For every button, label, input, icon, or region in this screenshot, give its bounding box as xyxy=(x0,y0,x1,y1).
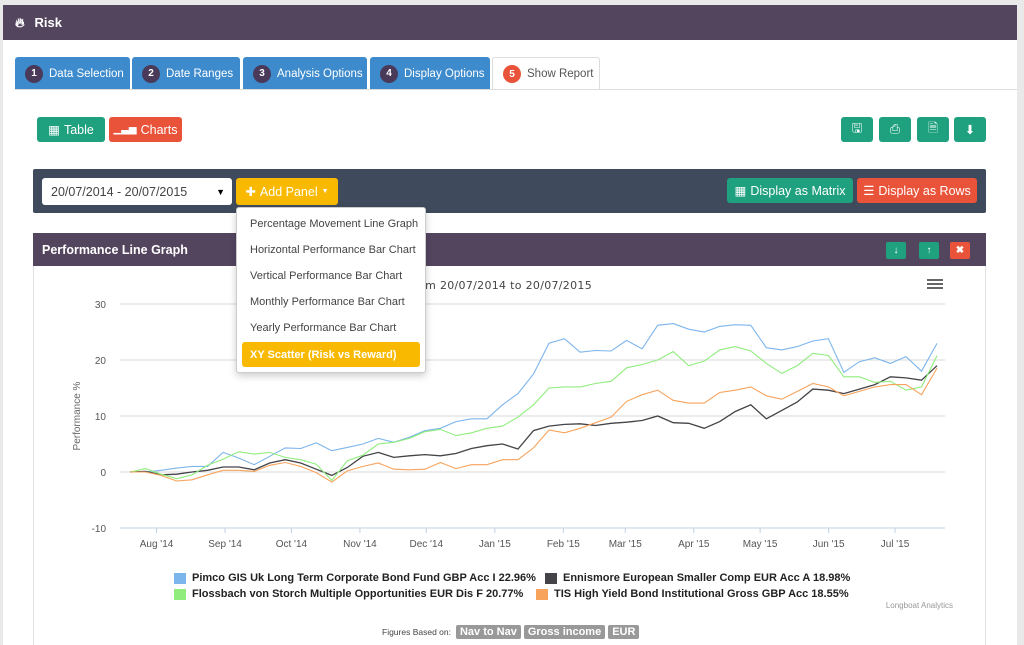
table-view-button[interactable]: ▦ Table xyxy=(37,117,105,142)
app-header: 🔥︎ Risk xyxy=(3,5,1017,40)
date-range-select[interactable]: 20/07/2014 - 20/07/2015 ▼ xyxy=(42,178,232,205)
menu-item-monthly-bar[interactable]: Monthly Performance Bar Chart xyxy=(250,296,405,308)
button-label: Display as Rows xyxy=(878,183,971,198)
chart-menu-button[interactable] xyxy=(927,278,943,292)
menu-item-horizontal-bar[interactable]: Horizontal Performance Bar Chart xyxy=(250,244,416,256)
figures-label: Figures Based on: xyxy=(382,627,451,637)
figures-based-on: Figures Based on: Nav to Nav Gross incom… xyxy=(382,625,640,639)
print-icon: ⎙ xyxy=(889,122,900,136)
charts-view-button[interactable]: ▁▃▅ Charts xyxy=(109,117,182,142)
tab-divider xyxy=(15,89,1017,90)
bar-chart-icon: ▁▃▅ xyxy=(113,124,137,135)
tab-label: Show Report xyxy=(527,68,594,80)
button-label: Charts xyxy=(140,122,178,137)
legend-label: Flossbach von Storch Multiple Opportunit… xyxy=(192,588,524,600)
close-icon: ✖ xyxy=(955,245,965,256)
download-button[interactable]: ⬇ xyxy=(954,117,986,142)
date-range-value: 20/07/2014 - 20/07/2015 xyxy=(51,184,188,199)
add-panel-button[interactable]: ✚ Add Panel ▼ xyxy=(236,178,338,205)
grid-icon: ▦ xyxy=(48,123,60,137)
legend-item[interactable]: Ennismore European Smaller Comp EUR Acc … xyxy=(545,572,850,584)
panel-title: Performance Line Graph xyxy=(42,242,188,257)
rows-icon: ☰ xyxy=(863,184,875,198)
print-button[interactable]: ⎙ xyxy=(879,117,911,142)
legend-item[interactable]: TIS High Yield Bond Institutional Gross … xyxy=(536,588,849,600)
legend-label: Ennismore European Smaller Comp EUR Acc … xyxy=(563,572,851,584)
tab-analysis-options[interactable]: 3 Analysis Options xyxy=(243,57,367,90)
save-icon: 🖫︎ xyxy=(851,121,863,135)
tab-date-ranges[interactable]: 2 Date Ranges xyxy=(132,57,240,90)
step-number: 2 xyxy=(142,64,160,83)
legend-label: Pimco GIS Uk Long Term Corporate Bond Fu… xyxy=(192,572,536,584)
button-label: Table xyxy=(63,122,94,137)
move-up-button[interactable]: ↑ xyxy=(919,242,939,259)
pdf-button[interactable]: 🗎︎ xyxy=(917,117,949,142)
legend-item[interactable]: Flossbach von Storch Multiple Opportunit… xyxy=(174,588,523,600)
step-number: 1 xyxy=(25,64,43,83)
display-as-rows-button[interactable]: ☰ Display as Rows xyxy=(857,178,977,203)
legend-label: TIS High Yield Bond Institutional Gross … xyxy=(554,588,849,600)
legend-item[interactable]: Pimco GIS Uk Long Term Corporate Bond Fu… xyxy=(174,572,536,584)
hamburger-icon xyxy=(927,279,943,289)
legend-swatch xyxy=(545,572,557,584)
tab-show-report[interactable]: 5 Show Report xyxy=(492,57,600,90)
tab-label: Display Options xyxy=(404,67,485,80)
step-number: 3 xyxy=(253,64,271,83)
menu-item-xy-scatter[interactable]: XY Scatter (Risk vs Reward) xyxy=(242,342,420,367)
badge-currency: EUR xyxy=(608,625,640,639)
panel-header: Performance Line Graph xyxy=(33,233,986,266)
download-icon: ⬇ xyxy=(964,123,976,137)
move-down-button[interactable]: ↓ xyxy=(886,242,906,259)
menu-item-yearly-bar[interactable]: Yearly Performance Bar Chart xyxy=(250,322,396,334)
pdf-icon: 🗎︎ xyxy=(927,121,939,135)
app-title: Risk xyxy=(34,15,63,30)
button-label: Add Panel xyxy=(259,184,318,199)
tab-data-selection[interactable]: 1 Data Selection xyxy=(15,57,130,90)
caret-down-icon: ▼ xyxy=(321,188,329,195)
plus-icon: ✚ xyxy=(245,185,256,199)
save-button[interactable]: 🖫︎ xyxy=(841,117,873,142)
badge-gross-income: Gross income xyxy=(523,625,606,639)
caret-down-icon: ▼ xyxy=(216,186,225,197)
chart-credit: Longboat Analytics xyxy=(885,601,953,610)
grid-icon: ▦ xyxy=(734,184,747,198)
close-panel-button[interactable]: ✖ xyxy=(950,242,970,259)
tab-display-options[interactable]: 4 Display Options xyxy=(370,57,490,90)
fire-icon: 🔥︎ xyxy=(15,14,25,30)
arrow-up-icon: ↑ xyxy=(926,245,932,256)
tab-label: Date Ranges xyxy=(166,67,234,80)
legend-swatch xyxy=(536,588,548,600)
tab-label: Data Selection xyxy=(49,67,124,80)
legend-swatch xyxy=(174,588,186,600)
tab-label: Analysis Options xyxy=(277,67,363,80)
step-number: 4 xyxy=(380,64,398,83)
menu-item-vertical-bar[interactable]: Vertical Performance Bar Chart xyxy=(250,270,402,282)
arrow-down-icon: ↓ xyxy=(893,245,899,256)
step-number: 5 xyxy=(503,65,521,83)
legend-swatch xyxy=(174,572,186,584)
badge-nav-to-nav: Nav to Nav xyxy=(455,625,521,639)
button-label: Display as Matrix xyxy=(750,183,846,198)
add-panel-dropdown: Percentage Movement Line Graph Horizonta… xyxy=(236,207,426,373)
display-as-matrix-button[interactable]: ▦ Display as Matrix xyxy=(727,178,853,203)
menu-item-percentage-movement[interactable]: Percentage Movement Line Graph xyxy=(250,218,418,230)
